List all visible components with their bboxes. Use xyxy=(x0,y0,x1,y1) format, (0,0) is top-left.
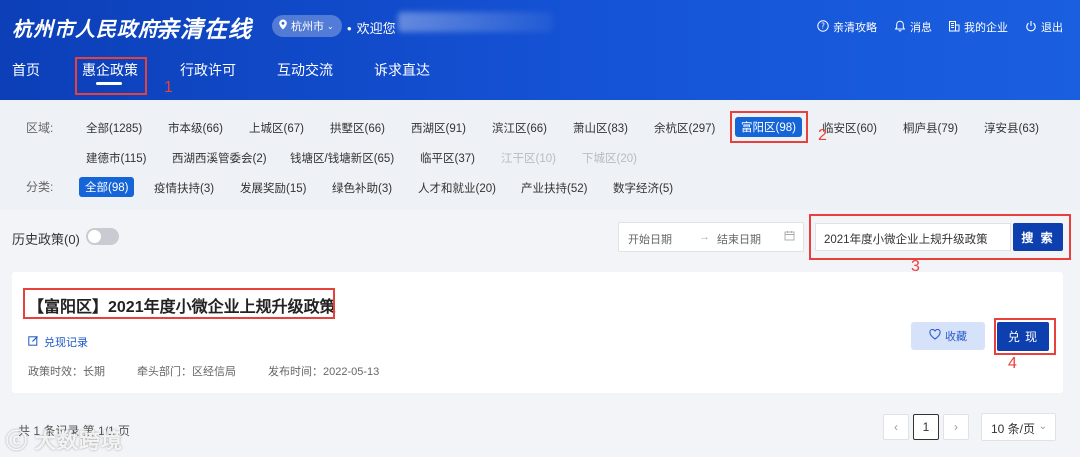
nav-interaction[interactable]: 互动交流 xyxy=(277,62,333,78)
welcome-label: 欢迎您 xyxy=(356,21,396,36)
my-company-label: 我的企业 xyxy=(964,22,1008,34)
region-option-disabled: 江干区(10) xyxy=(501,153,556,165)
policy-publish-time: 发布时间：2022-05-13 xyxy=(268,366,380,378)
region-option[interactable]: 西湖区(91) xyxy=(411,120,466,136)
prev-page-button[interactable]: ‹ xyxy=(883,414,909,440)
calendar-icon[interactable] xyxy=(784,230,795,244)
edit-icon xyxy=(28,335,39,349)
chevron-down-icon: ⌄ xyxy=(327,21,334,31)
annotation-number-1: 1 xyxy=(164,79,173,96)
page-number-button[interactable]: 1 xyxy=(913,414,939,440)
region-option[interactable]: 淳安县(63) xyxy=(984,120,1039,136)
annotation-box-2 xyxy=(730,111,808,143)
chevron-left-icon: ‹ xyxy=(894,420,898,434)
category-option-active[interactable]: 全部(98) xyxy=(79,177,135,197)
watermark: ⓒ 大数跨境 xyxy=(6,430,123,453)
chevron-right-icon: › xyxy=(954,420,958,434)
building-icon xyxy=(948,20,960,35)
annotation-box-4 xyxy=(994,318,1056,355)
history-policies-label: 历史政策(0) xyxy=(12,232,80,247)
logout-label: 退出 xyxy=(1041,22,1063,34)
filter-panel: 区域: 全部(1285) 市本级(66) 上城区(67) 拱墅区(66) 西湖区… xyxy=(0,100,1080,210)
region-option[interactable]: 市本级(66) xyxy=(168,120,223,136)
page-size-select[interactable]: 10 条/页 ⌄ xyxy=(981,413,1056,441)
category-option[interactable]: 疫情扶持(3) xyxy=(154,180,214,196)
redeem-record-label: 兑现记录 xyxy=(44,337,88,349)
my-company-link[interactable]: 我的企业 xyxy=(948,19,1008,35)
category-option[interactable]: 发展奖励(15) xyxy=(240,180,306,196)
arrow-right-icon: → xyxy=(699,231,710,243)
region-label: 区域: xyxy=(26,121,54,135)
region-option[interactable]: 临安区(60) xyxy=(822,120,877,136)
region-option[interactable]: 拱墅区(66) xyxy=(330,120,385,136)
page-size-value: 10 条/页 xyxy=(991,422,1036,436)
favorite-label: 收藏 xyxy=(945,331,967,343)
next-page-button[interactable]: › xyxy=(943,414,969,440)
blurred-username xyxy=(398,12,553,32)
brand-logo[interactable]: 亲清在线 xyxy=(156,10,252,44)
annotation-number-3: 3 xyxy=(911,258,920,275)
region-option[interactable]: 上城区(67) xyxy=(249,120,304,136)
guide-label: 亲清攻略 xyxy=(833,22,877,34)
top-header: 杭州市人民政府 亲清在线 杭州市 ⌄ • 欢迎您 ? 亲清攻略 消息 我的企业 退… xyxy=(0,0,1080,100)
region-option[interactable]: 余杭区(297) xyxy=(654,120,715,136)
help-icon: ? xyxy=(817,19,829,35)
end-date-field[interactable]: 结束日期 xyxy=(717,231,761,247)
toggle-knob xyxy=(88,230,101,243)
annotation-number-4: 4 xyxy=(1008,355,1017,372)
city-label: 杭州市 xyxy=(291,21,324,33)
city-selector[interactable]: 杭州市 ⌄ xyxy=(272,15,342,37)
power-icon xyxy=(1025,20,1037,35)
region-option[interactable]: 滨江区(66) xyxy=(492,120,547,136)
messages-link[interactable]: 消息 xyxy=(894,19,932,35)
heart-icon xyxy=(929,328,941,343)
category-option[interactable]: 绿色补助(3) xyxy=(332,180,392,196)
region-option[interactable]: 全部(1285) xyxy=(86,120,142,136)
favorite-button[interactable]: 收藏 xyxy=(911,322,985,350)
svg-text:?: ? xyxy=(821,21,825,30)
nav-home[interactable]: 首页 xyxy=(12,62,40,78)
start-date-field[interactable]: 开始日期 xyxy=(628,231,672,247)
region-option[interactable]: 西湖西溪管委会(2) xyxy=(172,150,267,166)
nav-appeals[interactable]: 诉求直达 xyxy=(374,62,430,78)
annotation-box-1 xyxy=(75,57,147,95)
date-range-picker[interactable]: 开始日期 → 结束日期 xyxy=(618,222,804,252)
region-option[interactable]: 萧山区(83) xyxy=(573,120,628,136)
welcome-text: • 欢迎您 xyxy=(347,21,396,36)
policy-department: 牵头部门：区经信局 xyxy=(137,366,236,378)
category-label: 分类: xyxy=(26,180,54,194)
bell-icon xyxy=(894,20,906,35)
category-option[interactable]: 产业扶持(52) xyxy=(521,180,587,196)
nav-permits[interactable]: 行政许可 xyxy=(180,62,236,78)
location-pin-icon xyxy=(278,19,288,33)
region-option[interactable]: 建德市(115) xyxy=(86,150,147,166)
policy-validity: 政策时效：长期 xyxy=(28,366,105,378)
guide-link[interactable]: ? 亲清攻略 xyxy=(817,19,877,35)
redeem-record-link[interactable]: 兑现记录 xyxy=(28,334,88,350)
category-option[interactable]: 数字经济(5) xyxy=(613,180,673,196)
gov-logo[interactable]: 杭州市人民政府 xyxy=(12,13,159,42)
region-option-disabled: 下城区(20) xyxy=(582,153,637,165)
logout-link[interactable]: 退出 xyxy=(1025,19,1063,35)
annotation-box-title xyxy=(23,288,335,319)
region-option[interactable]: 临平区(37) xyxy=(420,150,475,166)
region-option[interactable]: 桐庐县(79) xyxy=(903,120,958,136)
annotation-number-2: 2 xyxy=(818,127,827,144)
chevron-down-icon: ⌄ xyxy=(1038,421,1047,432)
annotation-box-3 xyxy=(809,214,1071,260)
history-toggle[interactable] xyxy=(86,228,119,245)
category-option[interactable]: 人才和就业(20) xyxy=(418,180,496,196)
messages-label: 消息 xyxy=(910,22,932,34)
region-option[interactable]: 钱塘区/钱塘新区(65) xyxy=(290,150,394,166)
